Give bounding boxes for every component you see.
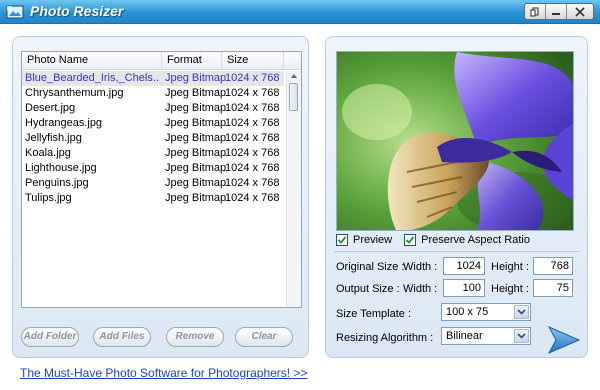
table-row[interactable]: Chrysanthemum.jpg Jpeg Bitmap 1024 x 768 — [22, 86, 284, 101]
photo-size: 1024 x 768 — [225, 72, 280, 84]
restore-button[interactable] — [525, 4, 546, 19]
table-row[interactable]: Tulips.jpg Jpeg Bitmap 1024 x 768 — [22, 191, 284, 206]
photo-name: Desert.jpg — [25, 102, 76, 114]
output-size-label: Output Size : — [336, 283, 400, 295]
vertical-scrollbar[interactable] — [286, 71, 301, 307]
output-height-field[interactable]: 75 — [533, 279, 573, 297]
original-height-field[interactable]: 768 — [533, 257, 573, 275]
checkmark-icon — [405, 236, 415, 244]
photo-size: 1024 x 768 — [225, 192, 280, 204]
minimize-button[interactable] — [546, 4, 567, 19]
photo-format: Jpeg Bitmap — [165, 87, 227, 99]
photo-list[interactable]: Photo Name Format Size Blue_Bearded_Iris… — [21, 51, 302, 308]
photo-format: Jpeg Bitmap — [165, 102, 227, 114]
dropdown-arrow[interactable] — [514, 329, 529, 343]
photo-size: 1024 x 768 — [225, 132, 280, 144]
preserve-aspect-ratio-label: Preserve Aspect Ratio — [421, 234, 530, 246]
photo-format: Jpeg Bitmap — [165, 147, 227, 159]
list-header: Photo Name Format Size — [22, 52, 301, 70]
file-panel: Photo Name Format Size Blue_Bearded_Iris… — [12, 36, 309, 358]
preview-label: Preview — [353, 234, 393, 246]
table-row[interactable]: Hydrangeas.jpg Jpeg Bitmap 1024 x 768 — [22, 116, 284, 131]
original-size-label: Original Size : — [336, 261, 405, 273]
photo-name: Lighthouse.jpg — [25, 162, 97, 174]
column-size[interactable]: Size — [222, 52, 284, 70]
photo-size: 1024 x 768 — [225, 147, 280, 159]
preview-image — [336, 51, 574, 231]
size-template-label: Size Template : — [336, 308, 412, 320]
photo-size: 1024 x 768 — [225, 102, 280, 114]
resizing-algorithm-value: Bilinear — [446, 330, 483, 342]
photo-name: Chrysanthemum.jpg — [25, 87, 124, 99]
table-row[interactable]: Blue_Bearded_Iris,_Chels.. Jpeg Bitmap 1… — [22, 71, 284, 86]
photo-size: 1024 x 768 — [225, 162, 280, 174]
scroll-up-arrow-icon[interactable] — [289, 71, 299, 81]
table-row[interactable]: Jellyfish.jpg Jpeg Bitmap 1024 x 768 — [22, 131, 284, 146]
settings-panel: Preview Preserve Aspect Ratio Original S… — [325, 36, 588, 358]
restore-icon — [530, 7, 539, 16]
original-height-label: Height : — [491, 261, 529, 273]
preview-checkbox[interactable] — [336, 234, 348, 246]
output-width-label: Width : — [403, 283, 438, 295]
photo-name: Blue_Bearded_Iris,_Chels.. — [25, 72, 159, 84]
size-template-select[interactable]: 100 x 75 — [441, 303, 531, 321]
output-width-field[interactable]: 100 — [443, 279, 485, 297]
resizing-algorithm-label: Resizing Algorithm : — [336, 332, 434, 344]
photo-format: Jpeg Bitmap — [165, 117, 227, 129]
close-icon — [575, 6, 585, 17]
promo-link[interactable]: The Must-Have Photo Software for Photogr… — [20, 366, 307, 380]
title-bar[interactable]: Photo Resizer — [0, 0, 600, 24]
column-photo-name[interactable]: Photo Name — [22, 52, 162, 70]
resizing-algorithm-select[interactable]: Bilinear — [441, 327, 531, 345]
photo-size: 1024 x 768 — [225, 177, 280, 189]
photo-size: 1024 x 768 — [225, 87, 280, 99]
iris-photo — [337, 52, 573, 230]
preview-options: Preview Preserve Aspect Ratio — [336, 233, 542, 247]
photo-format: Jpeg Bitmap — [165, 192, 227, 204]
divider — [334, 251, 580, 252]
remove-button[interactable]: Remove — [166, 327, 224, 347]
minimize-icon — [552, 12, 560, 15]
photo-name: Koala.jpg — [25, 147, 71, 159]
add-files-button[interactable]: Add Files — [93, 327, 151, 347]
table-row[interactable]: Desert.jpg Jpeg Bitmap 1024 x 768 — [22, 101, 284, 116]
preserve-aspect-ratio-checkbox[interactable] — [404, 234, 417, 246]
original-width-field[interactable]: 1024 — [443, 257, 485, 275]
photo-name: Hydrangeas.jpg — [25, 117, 103, 129]
app-window: Photo Resizer Photo Name Format Size Blu… — [0, 0, 600, 390]
photo-format: Jpeg Bitmap — [165, 177, 227, 189]
photo-format: Jpeg Bitmap — [165, 132, 227, 144]
chevron-down-icon — [517, 333, 526, 339]
list-rows: Blue_Bearded_Iris,_Chels.. Jpeg Bitmap 1… — [22, 71, 284, 206]
add-folder-button[interactable]: Add Folder — [21, 327, 79, 347]
column-format[interactable]: Format — [162, 52, 222, 70]
window-controls — [524, 3, 594, 20]
photo-name: Jellyfish.jpg — [25, 132, 82, 144]
photo-size: 1024 x 768 — [225, 117, 280, 129]
window-title: Photo Resizer — [30, 3, 124, 19]
close-button[interactable] — [567, 4, 593, 19]
checkmark-icon — [337, 236, 347, 244]
photo-name: Tulips.jpg — [25, 192, 72, 204]
original-width-label: Width : — [403, 261, 438, 273]
photo-format: Jpeg Bitmap — [165, 162, 227, 174]
output-height-label: Height : — [491, 283, 529, 295]
start-resize-arrow-icon[interactable] — [547, 325, 581, 355]
app-icon — [6, 5, 24, 19]
dropdown-arrow[interactable] — [514, 305, 529, 319]
photo-name: Penguins.jpg — [25, 177, 89, 189]
photo-format: Jpeg Bitmap — [165, 72, 227, 84]
table-row[interactable]: Koala.jpg Jpeg Bitmap 1024 x 768 — [22, 146, 284, 161]
clear-button[interactable]: Clear — [235, 327, 293, 347]
table-row[interactable]: Penguins.jpg Jpeg Bitmap 1024 x 768 — [22, 176, 284, 191]
size-template-value: 100 x 75 — [446, 306, 489, 318]
scrollbar-thumb[interactable] — [289, 83, 298, 111]
chevron-down-icon — [517, 309, 526, 315]
table-row[interactable]: Lighthouse.jpg Jpeg Bitmap 1024 x 768 — [22, 161, 284, 176]
